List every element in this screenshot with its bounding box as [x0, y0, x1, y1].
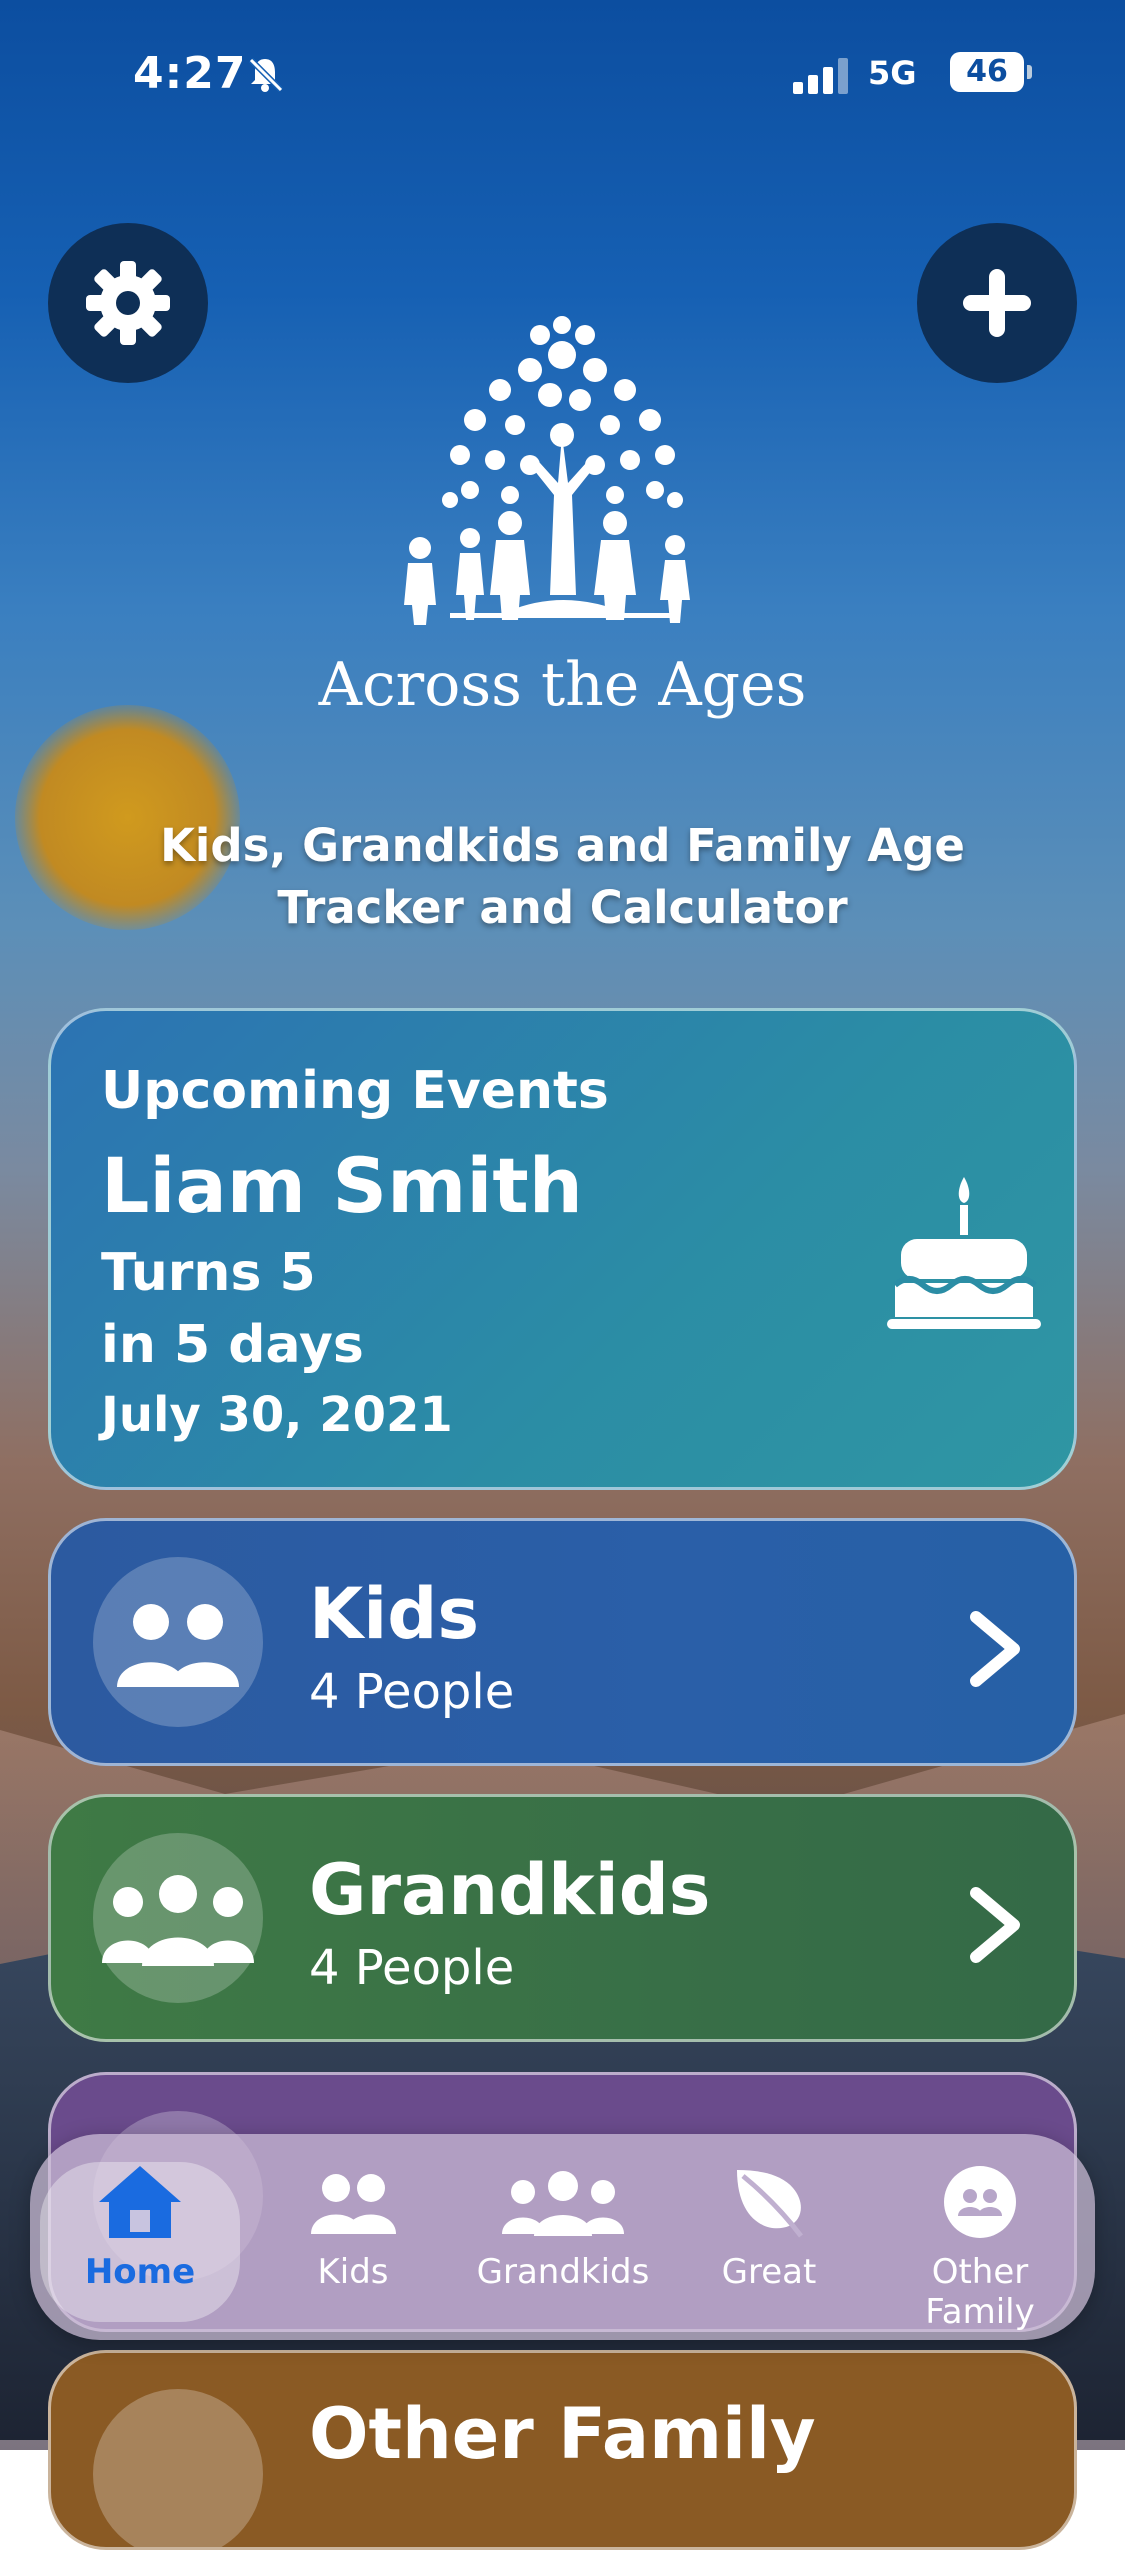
tab-great[interactable]: Great	[669, 2162, 869, 2322]
kids-title: Kids	[309, 1573, 480, 1655]
kids-avatar	[93, 1557, 263, 1727]
other-family-avatar	[93, 2389, 263, 2547]
grandkids-avatar	[93, 1833, 263, 2003]
gear-icon	[86, 261, 170, 345]
tab-other-family-label: Other Family	[925, 2252, 1035, 2332]
chevron-right-icon	[970, 1887, 1020, 1963]
tab-home[interactable]: Home	[40, 2162, 240, 2322]
tab-grandkids-label: Grandkids	[476, 2252, 650, 2292]
chevron-right-icon	[970, 1611, 1020, 1687]
tab-bar: Home Kids Grandkids Great Other Family	[30, 2134, 1095, 2340]
other-family-group-card[interactable]: Other Family	[48, 2350, 1077, 2550]
upcoming-events-card[interactable]: Upcoming Events Liam Smith Turns 5 in 5 …	[48, 1008, 1077, 1490]
battery-indicator: 46	[950, 52, 1032, 92]
status-bar: 4:27 5G 46	[0, 48, 1125, 108]
upcoming-countdown: in 5 days	[101, 1315, 364, 1375]
cake-icon	[887, 1177, 1041, 1329]
upcoming-label: Upcoming Events	[101, 1061, 609, 1121]
other-family-title: Other Family	[309, 2393, 816, 2475]
tab-kids[interactable]: Kids	[253, 2162, 453, 2322]
tab-home-label: Home	[84, 2252, 196, 2292]
two-people-icon	[117, 1604, 239, 1687]
add-button[interactable]	[917, 223, 1077, 383]
kids-count: 4 People	[309, 1664, 515, 1720]
tab-other-family[interactable]: Other Family	[880, 2162, 1080, 2332]
logo-title: Across the Ages	[318, 650, 807, 720]
home-icon	[99, 2166, 181, 2238]
grandkids-group-card[interactable]: Grandkids 4 People	[48, 1794, 1077, 2042]
people-circle-icon	[944, 2166, 1016, 2238]
silent-bell-icon	[248, 57, 284, 93]
plus-icon	[963, 269, 1031, 337]
settings-button[interactable]	[48, 223, 208, 383]
status-time: 4:27	[133, 48, 247, 99]
app-subtitle: Kids, Grandkids and Family Age Tracker a…	[160, 819, 965, 934]
network-label: 5G	[868, 54, 917, 92]
family-tree-logo	[404, 316, 690, 625]
grandkids-title: Grandkids	[309, 1849, 711, 1931]
three-people-icon	[102, 1875, 254, 1966]
two-people-icon	[311, 2174, 396, 2234]
tab-kids-label: Kids	[317, 2252, 389, 2292]
upcoming-date: July 30, 2021	[101, 1387, 453, 1443]
tab-grandkids[interactable]: Grandkids	[463, 2162, 663, 2322]
kids-group-card[interactable]: Kids 4 People	[48, 1518, 1077, 1766]
leaf-icon	[737, 2170, 803, 2238]
tab-great-label: Great	[721, 2252, 817, 2292]
three-people-icon	[502, 2171, 624, 2236]
upcoming-turns: Turns 5	[101, 1243, 316, 1303]
signal-icon	[793, 58, 848, 94]
grandkids-count: 4 People	[309, 1940, 515, 1996]
upcoming-person-name: Liam Smith	[101, 1141, 583, 1230]
